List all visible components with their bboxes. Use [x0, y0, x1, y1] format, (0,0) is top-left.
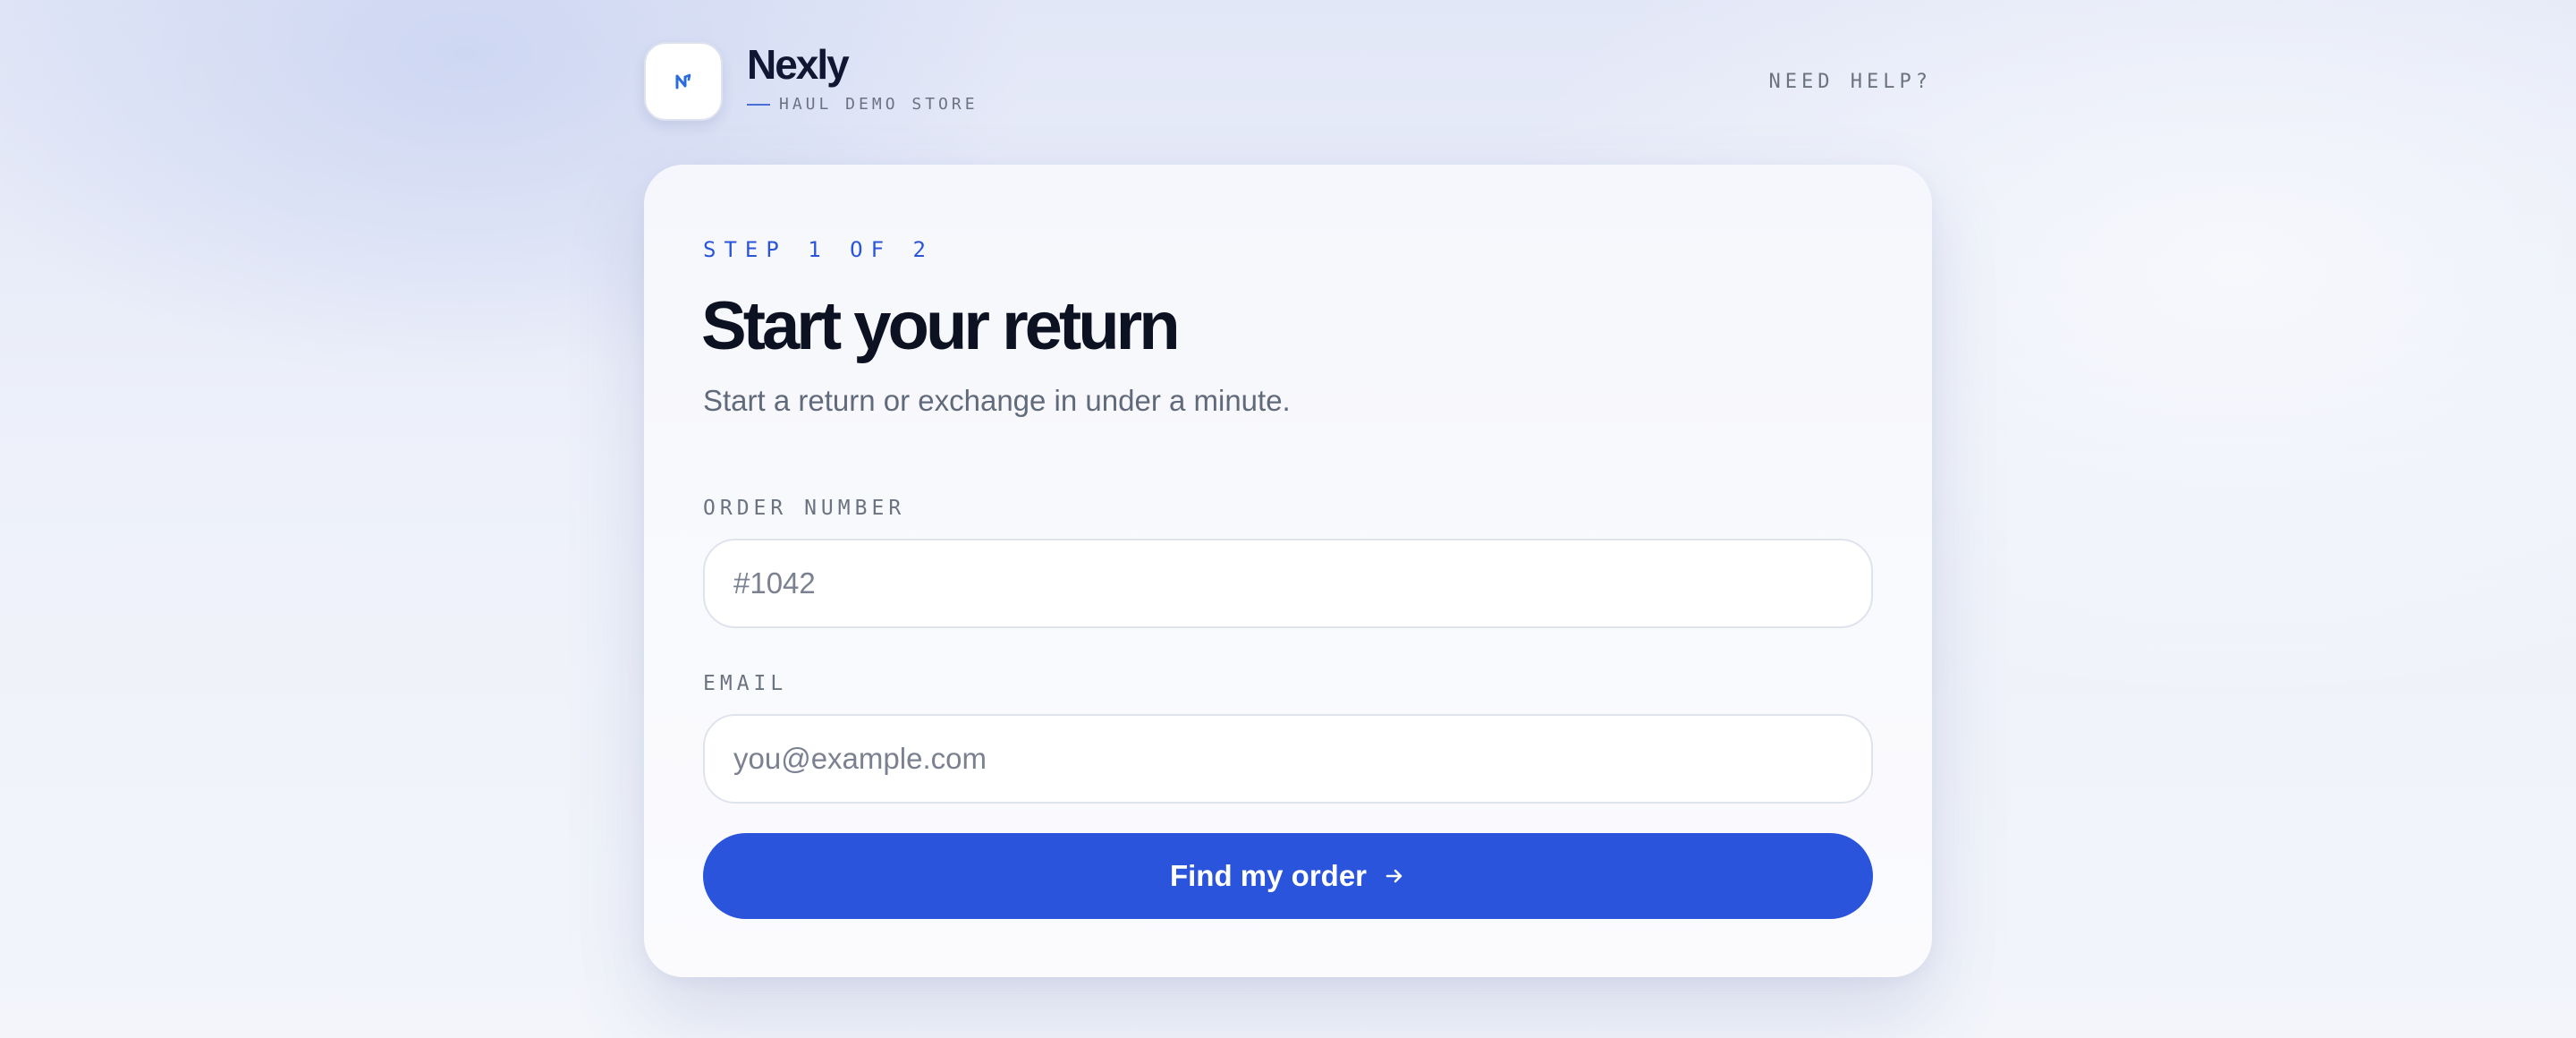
find-my-order-label: Find my order [1169, 859, 1368, 892]
page-header: Nexly HAUL DEMO STORE NEED HELP? [644, 0, 1932, 165]
arrow-right-icon [1383, 864, 1406, 888]
email-label: EMAIL [703, 672, 788, 695]
find-my-order-button[interactable]: Find my order [703, 833, 1873, 919]
page-container: Nexly HAUL DEMO STORE NEED HELP? STEP 1 … [644, 0, 1932, 977]
page-title: Start your return [701, 288, 1181, 364]
return-form-card: STEP 1 OF 2 Start your return Start a re… [644, 165, 1932, 977]
brand-logo[interactable] [644, 42, 723, 121]
brand-name: Nexly [747, 41, 850, 88]
page-subtitle: Start a return or exchange in under a mi… [703, 384, 1291, 417]
email-input[interactable] [703, 714, 1873, 804]
step-indicator: STEP 1 OF 2 [703, 237, 934, 262]
order-number-input[interactable] [703, 539, 1873, 628]
brand-subtitle: HAUL DEMO STORE [747, 95, 979, 115]
order-number-label: ORDER NUMBER [703, 497, 906, 520]
brand-subtitle-text: HAUL DEMO STORE [779, 95, 979, 114]
brand-subtitle-dash [747, 104, 770, 106]
nexly-logo-icon [675, 73, 691, 89]
need-help-link[interactable]: NEED HELP? [1769, 70, 1932, 95]
